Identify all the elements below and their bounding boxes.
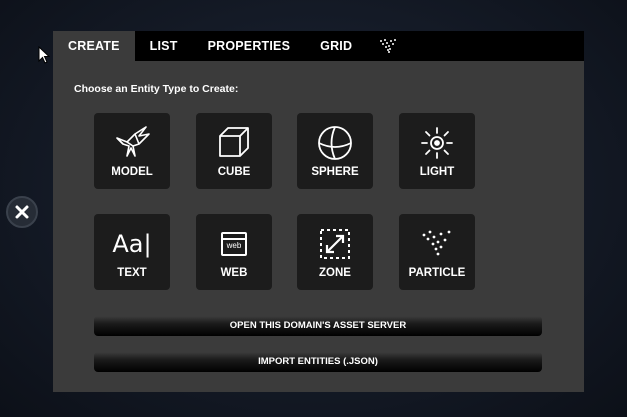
entity-particle-button[interactable]: PARTICLE: [399, 214, 475, 290]
entity-zone-button[interactable]: ZONE: [297, 214, 373, 290]
import-entities-button[interactable]: IMPORT ENTITIES (.JSON): [94, 352, 542, 372]
section-heading: Choose an Entity Type to Create:: [74, 83, 239, 95]
tab-list[interactable]: LIST: [135, 31, 193, 61]
text-icon: Aa|: [112, 230, 152, 258]
particle-icon: [422, 230, 451, 256]
entity-label: CUBE: [217, 166, 251, 178]
mouse-cursor-icon: [38, 46, 50, 64]
entity-label: ZONE: [319, 267, 351, 279]
entity-light-button[interactable]: LIGHT: [399, 113, 475, 189]
entity-text-button[interactable]: Aa| TEXT: [94, 214, 170, 290]
create-panel: CREATE LIST PROPERTIES GRID Choose an En…: [53, 31, 584, 392]
light-icon: [421, 127, 453, 159]
tab-grid[interactable]: GRID: [305, 31, 367, 61]
web-icon-bar: [223, 238, 245, 240]
entity-web-button[interactable]: web WEB: [196, 214, 272, 290]
web-icon: web: [221, 232, 247, 256]
particle-icon: [380, 39, 397, 53]
zone-icon: [320, 229, 350, 259]
entity-cube-button[interactable]: CUBE: [196, 113, 272, 189]
close-button[interactable]: [6, 196, 38, 228]
entity-sphere-button[interactable]: SPHERE: [297, 113, 373, 189]
entity-label: SPHERE: [311, 166, 359, 178]
bird-model-icon: [116, 126, 150, 157]
close-icon: [15, 205, 29, 219]
tab-particle-explorer[interactable]: [367, 31, 409, 61]
tab-bar: CREATE LIST PROPERTIES GRID: [53, 31, 584, 61]
tab-properties[interactable]: PROPERTIES: [193, 31, 306, 61]
entity-label: PARTICLE: [408, 267, 466, 279]
open-asset-server-button[interactable]: OPEN THIS DOMAIN'S ASSET SERVER: [94, 316, 542, 336]
entity-label: MODEL: [111, 166, 153, 178]
cube-icon: [219, 127, 249, 157]
entity-label: TEXT: [117, 267, 147, 279]
entity-label: LIGHT: [419, 166, 455, 178]
entity-model-button[interactable]: MODEL: [94, 113, 170, 189]
tab-create[interactable]: CREATE: [53, 31, 135, 61]
web-icon-label: web: [226, 241, 242, 250]
entity-label: WEB: [220, 267, 248, 279]
sphere-icon: [318, 126, 352, 160]
